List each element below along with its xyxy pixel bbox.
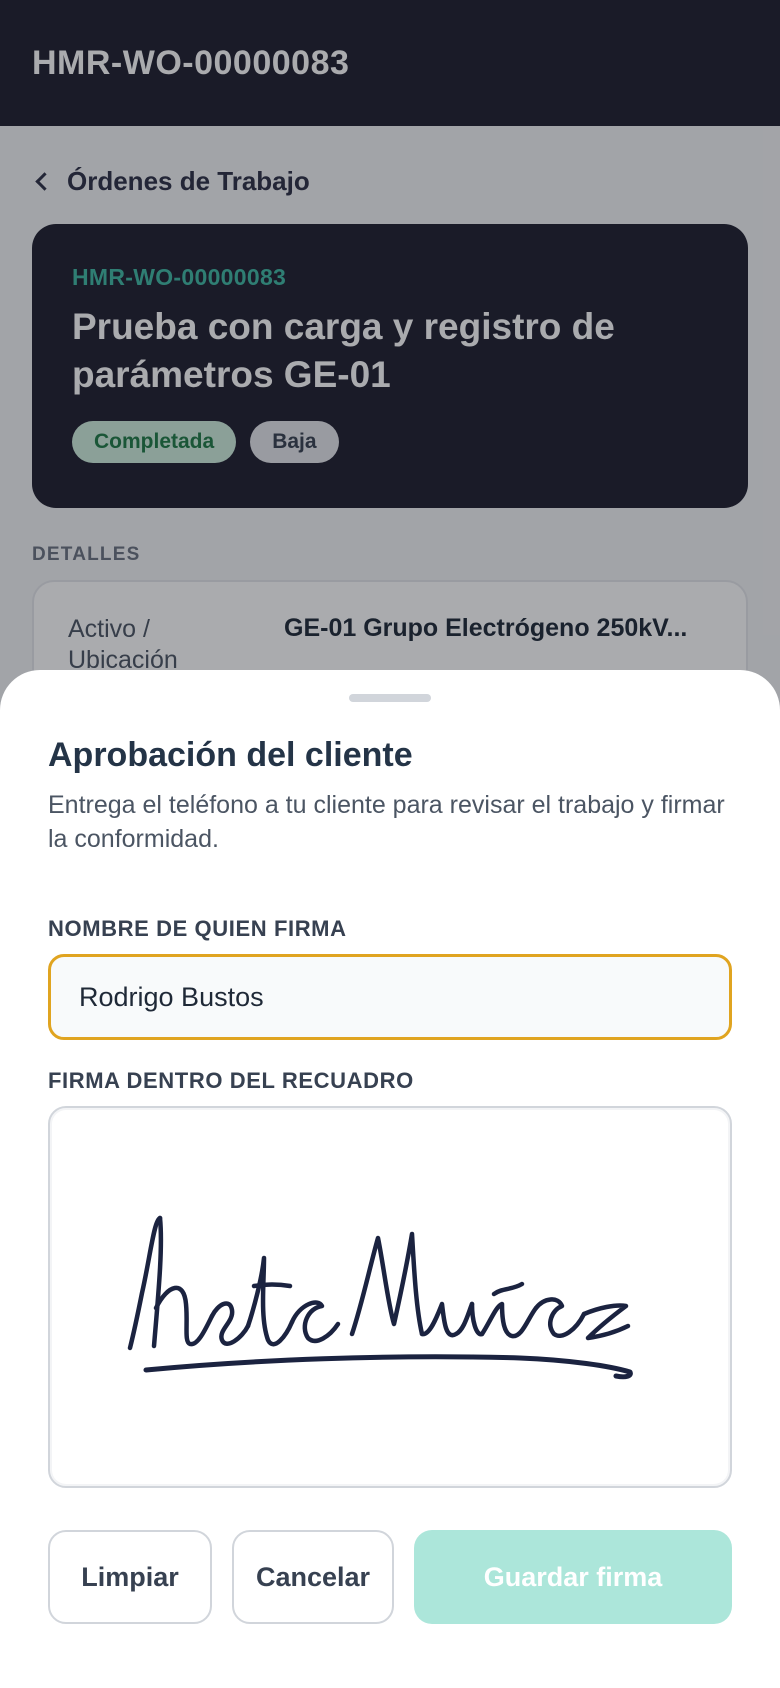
sheet-description: Entrega el teléfono a tu cliente para re… — [48, 791, 725, 853]
cancel-button[interactable]: Cancelar — [232, 1530, 394, 1624]
sheet-drag-handle[interactable] — [349, 694, 431, 702]
signature-label: FIRMA DENTRO DEL RECUADRO — [48, 1068, 414, 1093]
save-signature-button[interactable]: Guardar firma — [414, 1530, 732, 1624]
signer-name-input[interactable] — [48, 954, 732, 1040]
signature-drawing — [127, 1215, 633, 1380]
sheet-title: Aprobación del cliente — [48, 736, 413, 774]
clear-signature-button[interactable]: Limpiar — [48, 1530, 212, 1624]
client-approval-sheet: Aprobación del cliente Entrega el teléfo… — [0, 670, 780, 1688]
signature-pad[interactable] — [48, 1106, 732, 1488]
signer-name-label: NOMBRE DE QUIEN FIRMA — [48, 916, 347, 941]
